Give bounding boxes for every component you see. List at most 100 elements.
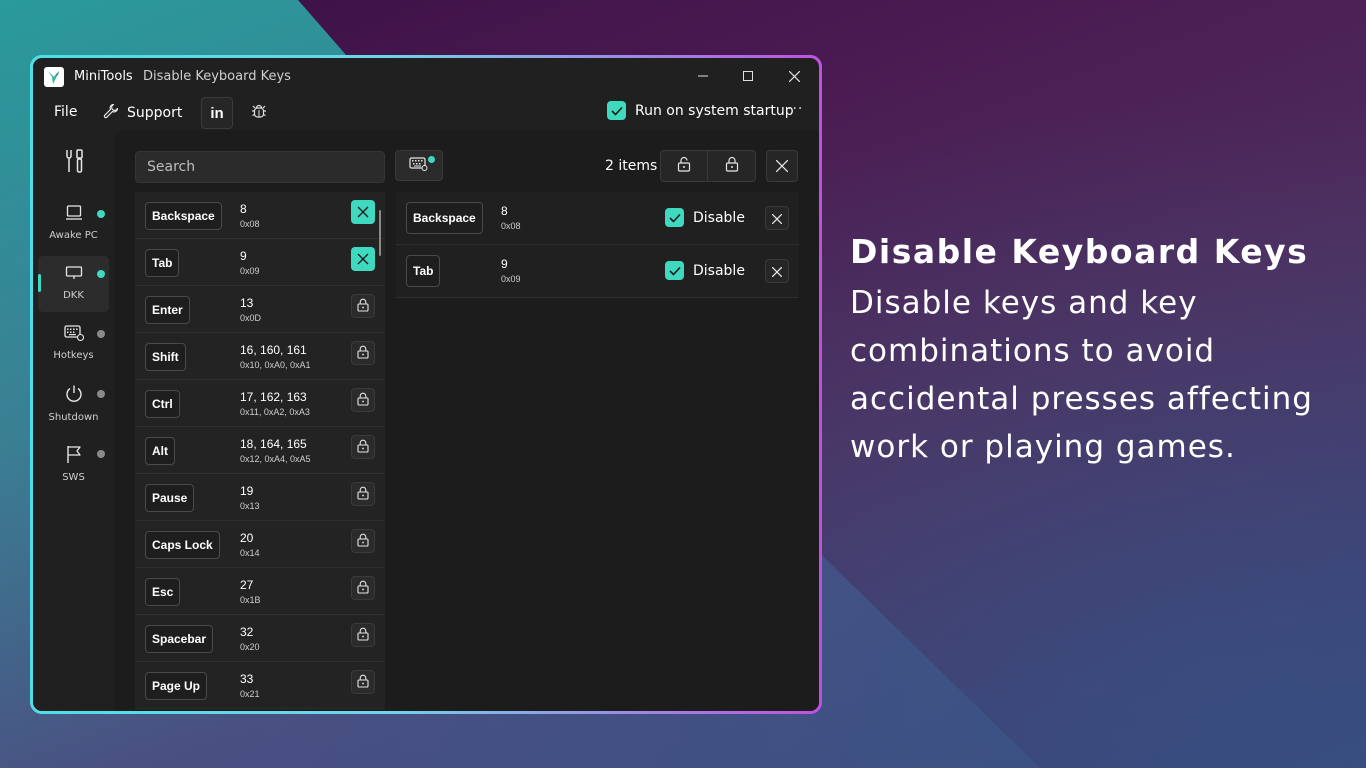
key-row[interactable]: Page Up 33 0x21 [135, 662, 385, 709]
scrollbar[interactable] [379, 210, 381, 256]
key-hex-code: 0x09 [240, 266, 260, 276]
key-row[interactable]: Spacebar 32 0x20 [135, 615, 385, 662]
close-icon [357, 250, 369, 269]
keycap: Pause [145, 484, 195, 512]
disable-key-button[interactable] [351, 623, 375, 647]
menu-file[interactable]: File [54, 104, 77, 120]
app-window-frame: MiniTools Disable Keyboard Keys File Sup… [30, 55, 822, 714]
startup-label: Run on system startup [635, 102, 794, 119]
nav-item-sws[interactable]: SWS [38, 436, 109, 492]
run-on-startup-toggle[interactable]: Run on system startup [607, 101, 794, 120]
key-row[interactable]: Pause 19 0x13 [135, 474, 385, 521]
lock-icon [357, 344, 369, 363]
status-dot [97, 210, 105, 218]
key-code: 9 [240, 249, 247, 263]
key-row[interactable]: Enter 13 0x0D [135, 286, 385, 333]
close-icon [771, 262, 783, 281]
keycap: Ctrl [145, 390, 180, 418]
disable-key-button[interactable] [351, 576, 375, 600]
wrench-icon [103, 103, 119, 123]
promo-title: Disable Keyboard Keys [850, 232, 1309, 271]
lock-icon [357, 438, 369, 457]
hotkeys-icon [63, 324, 84, 346]
linkedin-button[interactable]: in [201, 97, 233, 129]
key-hex-code: 0x09 [501, 274, 521, 284]
disable-key-button[interactable] [351, 482, 375, 506]
remove-disable-button[interactable] [351, 247, 375, 271]
remove-key-button[interactable] [765, 259, 789, 283]
disable-key-button[interactable] [351, 294, 375, 318]
monitor-icon [65, 204, 83, 226]
key-row[interactable]: Ctrl 17, 162, 163 0x11, 0xA2, 0xA3 [135, 380, 385, 427]
keyboard-record-icon [409, 156, 429, 176]
more-options-button[interactable]: ··· [787, 101, 803, 117]
maximize-button[interactable] [733, 64, 763, 88]
lock-button-group [660, 150, 756, 182]
disable-toggle[interactable]: Disable [665, 261, 745, 280]
key-hex-code: 0x21 [240, 689, 260, 699]
power-icon [64, 384, 84, 408]
key-row[interactable]: Alt 18, 164, 165 0x12, 0xA4, 0xA5 [135, 427, 385, 474]
disable-key-button[interactable] [351, 529, 375, 553]
minitools-logo-icon [44, 67, 64, 87]
key-code: 27 [240, 578, 254, 592]
items-count: 2 items [605, 158, 658, 174]
disable-key-button[interactable] [351, 670, 375, 694]
key-row[interactable]: Backspace 8 0x08 [135, 192, 385, 239]
bug-icon [250, 102, 268, 124]
remove-disable-button[interactable] [351, 200, 375, 224]
keycap: Caps Lock [145, 531, 220, 559]
key-code: 9 [501, 257, 508, 271]
lock-all-button[interactable] [708, 151, 755, 181]
bug-report-button[interactable] [248, 102, 270, 124]
disable-checkbox[interactable] [665, 261, 684, 280]
keycap: Tab [406, 255, 441, 287]
tools-icon[interactable] [64, 148, 86, 178]
nav-item-dkk[interactable]: DKK [38, 256, 109, 312]
nav-item-awake-pc[interactable]: Awake PC [38, 196, 109, 252]
key-row[interactable]: Esc 27 0x1B [135, 568, 385, 615]
status-dot [97, 270, 105, 278]
keycap: Spacebar [145, 625, 214, 653]
promo-text: Disable Keyboard Keys Disable keys and k… [850, 232, 1340, 471]
keycap: Alt [145, 437, 175, 465]
close-icon [357, 203, 369, 222]
disable-toggle[interactable]: Disable [665, 208, 745, 227]
key-row[interactable]: Tab 9 0x09 [135, 239, 385, 286]
key-hex-code: 0x12, 0xA4, 0xA5 [240, 454, 311, 464]
nav-item-hotkeys[interactable]: Hotkeys [38, 316, 109, 372]
promo-description: Disable keys and key combinations to avo… [850, 285, 1313, 465]
keyboard-icon [65, 264, 83, 286]
close-icon [775, 157, 789, 176]
lock-icon [357, 297, 369, 316]
status-dot [97, 450, 105, 458]
disabled-key-row: Tab 9 0x09 Disable [396, 245, 799, 298]
close-window-button[interactable] [779, 64, 809, 88]
startup-checkbox[interactable] [607, 101, 626, 120]
key-code: 33 [240, 672, 254, 686]
clear-all-button[interactable] [766, 150, 798, 182]
disable-key-button[interactable] [351, 341, 375, 365]
keycap: Backspace [406, 202, 483, 234]
lock-icon [725, 156, 739, 176]
remove-key-button[interactable] [765, 206, 789, 230]
key-code: 32 [240, 625, 254, 639]
minimize-button[interactable] [688, 64, 718, 88]
search-input[interactable]: Search [135, 151, 385, 183]
disable-key-button[interactable] [351, 388, 375, 412]
lock-icon [357, 579, 369, 598]
record-key-button[interactable] [395, 150, 443, 181]
lock-icon [357, 391, 369, 410]
key-list: Backspace 8 0x08 Tab 9 0x09 Enter 13 0x0D Shift 16… [135, 192, 385, 711]
unlock-all-button[interactable] [661, 151, 709, 181]
key-code: 16, 160, 161 [240, 343, 307, 357]
side-nav: Awake PC DKK Hotkeys Shutdown SWS [33, 130, 115, 711]
key-hex-code: 0x20 [240, 642, 260, 652]
nav-item-shutdown[interactable]: Shutdown [38, 376, 109, 432]
key-row[interactable]: Shift 16, 160, 161 0x10, 0xA0, 0xA1 [135, 333, 385, 380]
key-row[interactable]: Caps Lock 20 0x14 [135, 521, 385, 568]
status-dot [97, 390, 105, 398]
disable-key-button[interactable] [351, 435, 375, 459]
disable-checkbox[interactable] [665, 208, 684, 227]
menu-support[interactable]: Support [103, 102, 182, 124]
